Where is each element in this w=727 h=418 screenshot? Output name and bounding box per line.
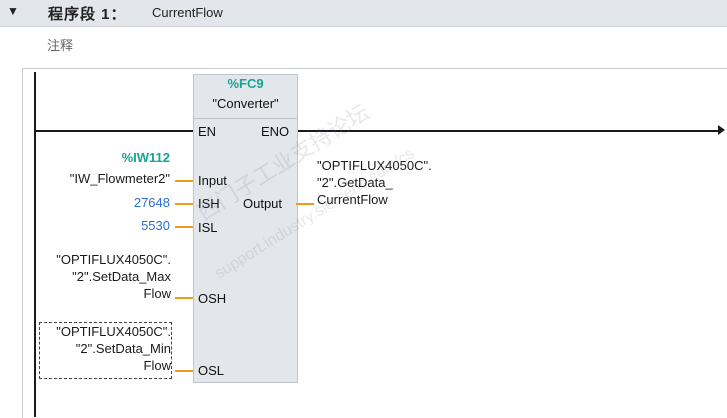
input-connector: [175, 180, 193, 182]
comment-field[interactable]: 注释: [47, 35, 73, 54]
block-header-divider: [193, 118, 298, 119]
osh-operand-line1: "OPTIFLUX4050C".: [56, 252, 171, 267]
ish-constant[interactable]: 27648: [60, 195, 170, 210]
comment-bar[interactable]: [0, 27, 727, 55]
osl-operand-line1: "OPTIFLUX4050C".: [56, 324, 171, 339]
osh-operand-line2: "2".SetData_Max: [72, 269, 171, 284]
osl-operand-line2: "2".SetData_Min: [75, 341, 171, 356]
isl-connector: [175, 226, 193, 228]
ish-connector: [175, 203, 193, 205]
osh-connector: [175, 297, 193, 299]
pin-osh: OSH: [198, 291, 227, 306]
pin-en: EN: [198, 124, 217, 139]
input-tag[interactable]: "IW_Flowmeter2": [40, 171, 170, 186]
osh-operand[interactable]: "OPTIFLUX4050C". "2".SetData_Max Flow: [40, 251, 171, 302]
power-rail: [34, 72, 36, 417]
network-title: 程序段 1：: [48, 6, 127, 23]
pin-eno: ENO: [261, 124, 290, 139]
isl-constant[interactable]: 5530: [60, 218, 170, 233]
pin-osl: OSL: [198, 363, 225, 378]
osl-operand[interactable]: "OPTIFLUX4050C". "2".SetData_Min Flow: [40, 323, 171, 374]
network-name[interactable]: CurrentFlow: [152, 5, 223, 20]
block-name[interactable]: "Converter": [193, 96, 298, 111]
input-address[interactable]: %IW112: [60, 150, 170, 165]
block-address: %FC9: [227, 76, 264, 91]
osl-operand-line3: Flow: [143, 358, 171, 373]
osl-connector: [175, 370, 193, 372]
osh-operand-line3: Flow: [143, 286, 171, 301]
rung-end-arrow-icon: [718, 125, 725, 135]
collapse-triangle-icon[interactable]: ▼: [7, 4, 19, 18]
rung-wire-left: [36, 130, 193, 132]
